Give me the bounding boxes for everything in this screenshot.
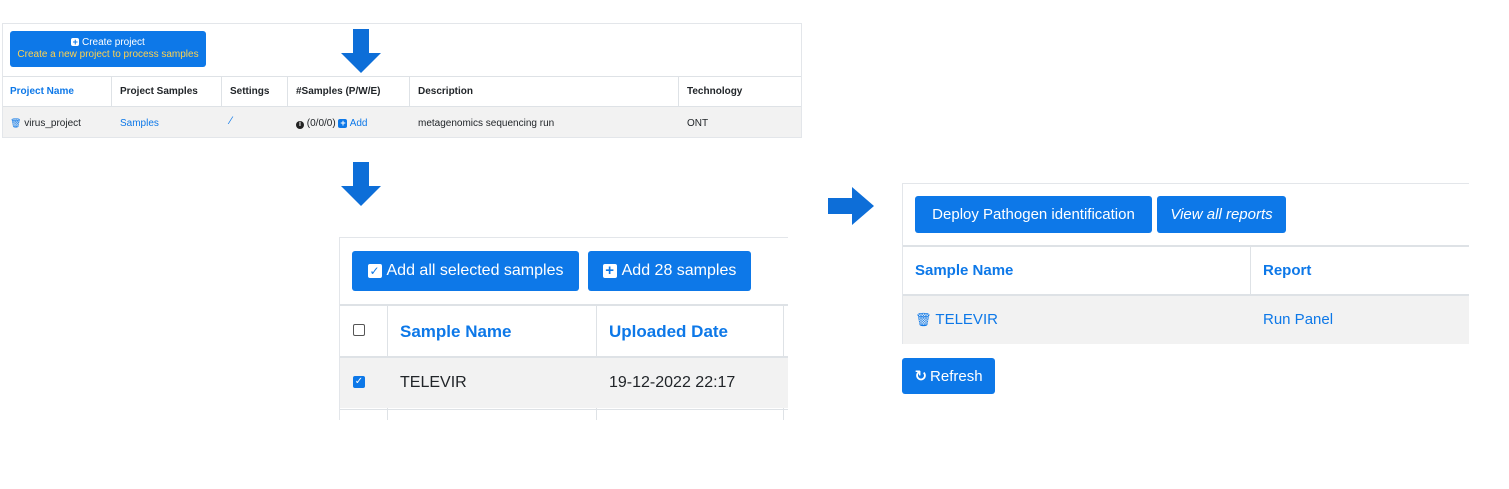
plus-square-icon[interactable]: + [338,119,348,128]
trash-icon[interactable]: 🗑︎ [915,312,932,327]
technology-cell: ONT [687,118,709,129]
projects-panel: + Create project Create a new project to… [2,23,802,138]
uploaded-date-cell: 19-12-2022 22:17 [609,374,736,391]
refresh-icon: ↻ [914,368,928,385]
create-project-title: Create project [81,37,145,48]
arrow-down-icon [341,29,381,73]
project-name-cell[interactable]: 🗑︎ virus_project [10,118,81,129]
column-header-samples-count: #Samples (P/W/E) [296,86,381,97]
run-panel-link[interactable]: Run Panel [1263,311,1333,328]
samples-count: (0/0/0) [306,118,336,129]
sample-name-cell[interactable]: 🗑︎ TELEVIR [915,311,998,328]
plus-square-icon: + [71,37,80,47]
select-all-checkbox[interactable] [353,324,365,336]
create-project-subtitle: Create a new project to process samples [17,49,199,60]
column-header-technology: Technology [687,86,743,97]
column-header-description: Description [418,86,474,97]
column-header-settings: Settings [230,86,270,97]
add-all-selected-label: Add all selected samples [386,262,564,279]
samples-count-cell: i (0/0/0) + Add [296,118,368,129]
sample-checkbox[interactable]: ✓ [353,376,365,388]
add-samples-panel: ✓ Add all selected samples + Add 28 samp… [339,237,788,420]
pathogen-identification-panel: Deploy Pathogen identification View all … [902,183,1469,344]
add-all-selected-button[interactable]: ✓ Add all selected samples [352,251,579,291]
sample-name: TELEVIR [935,311,998,328]
deploy-pathogen-identification-button[interactable]: Deploy Pathogen identification [915,196,1152,233]
deploy-label: Deploy Pathogen identification [932,206,1135,223]
arrow-down-icon [341,162,381,206]
create-project-button[interactable]: + Create project Create a new project to… [10,31,206,67]
add-samples-link[interactable]: Add [350,118,368,129]
check-square-icon: ✓ [367,264,382,278]
refresh-button[interactable]: ↻ Refresh [902,358,995,394]
add-samples-count-label: Add 28 samples [621,262,737,279]
refresh-label: Refresh [930,367,983,385]
column-header-report[interactable]: Report [1263,262,1311,279]
trash-icon[interactable]: 🗑︎ [10,118,21,128]
column-header-sample-name[interactable]: Sample Name [915,262,1013,279]
column-header-project-name[interactable]: Project Name [10,86,74,97]
view-all-reports-button[interactable]: View all reports [1157,196,1286,233]
sample-name-cell: TELEVIR [400,374,467,391]
column-header-sample-name[interactable]: Sample Name [400,322,512,342]
add-samples-count-button[interactable]: + Add 28 samples [588,251,751,291]
info-icon: i [296,121,304,129]
samples-link[interactable]: Samples [120,118,159,129]
wand-icon[interactable]: ⁄ [230,115,232,127]
column-header-uploaded-date[interactable]: Uploaded Date [609,322,728,342]
arrow-right-icon [828,187,874,225]
table-divider [3,76,801,77]
description-cell: metagenomics sequencing run [418,118,555,129]
plus-square-icon: + [602,263,617,278]
column-header-project-samples: Project Samples [120,86,198,97]
view-reports-label: View all reports [1170,206,1273,223]
project-name: virus_project [24,118,81,129]
